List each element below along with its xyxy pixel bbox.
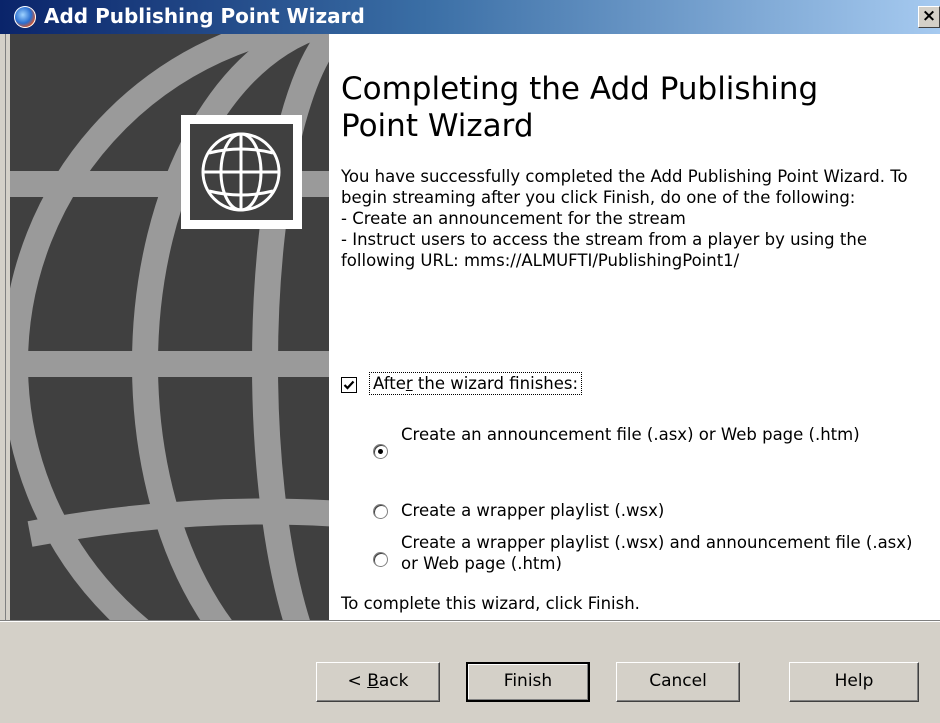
windows-media-icon xyxy=(14,6,36,28)
page-title: Completing the Add Publishing Point Wiza… xyxy=(341,71,819,144)
window-title: Add Publishing Point Wizard xyxy=(44,4,365,28)
checkmark-icon xyxy=(343,380,355,390)
wizard-banner xyxy=(10,34,329,620)
close-icon: × xyxy=(921,6,937,26)
title-bar: Add Publishing Point Wizard × xyxy=(0,0,940,34)
option-wrapper-label[interactable]: Create a wrapper playlist (.wsx) xyxy=(401,500,881,521)
option-announcement-radio[interactable] xyxy=(373,444,388,459)
option-wrapper-announcement-radio[interactable] xyxy=(373,552,388,567)
button-bar: < Back Finish Cancel Help xyxy=(0,622,940,723)
option-wrapper-announcement-label[interactable]: Create a wrapper playlist (.wsx) and ann… xyxy=(401,532,921,574)
option-announcement-label[interactable]: Create an announcement file (.asx) or We… xyxy=(401,424,871,445)
finish-button[interactable]: Finish xyxy=(466,662,590,702)
after-finish-checkbox[interactable] xyxy=(341,377,357,393)
back-button[interactable]: < Back xyxy=(316,662,440,702)
globe-icon xyxy=(201,132,281,212)
help-button[interactable]: Help xyxy=(789,662,919,702)
completion-text: You have successfully completed the Add … xyxy=(341,167,908,270)
close-button[interactable]: × xyxy=(918,6,940,28)
after-finish-label[interactable]: After the wizard finishes: xyxy=(368,372,583,395)
footer-instruction: To complete this wizard, click Finish. xyxy=(341,594,640,613)
option-wrapper-radio[interactable] xyxy=(373,504,388,519)
logo-frame xyxy=(181,115,302,229)
cancel-button[interactable]: Cancel xyxy=(616,662,740,702)
wizard-content: Completing the Add Publishing Point Wiza… xyxy=(329,34,940,620)
